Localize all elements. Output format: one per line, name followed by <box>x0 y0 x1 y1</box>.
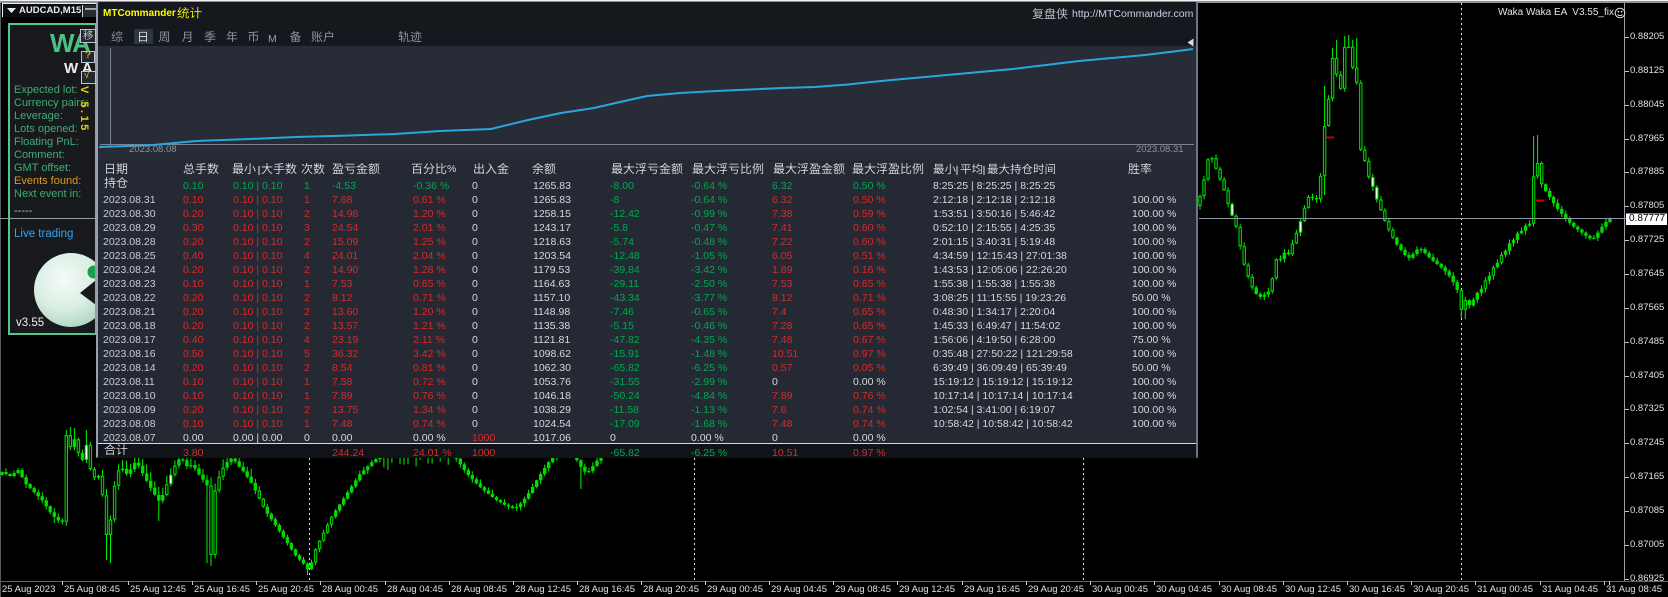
svg-text:V 5.15: V 5.15 <box>78 86 90 133</box>
